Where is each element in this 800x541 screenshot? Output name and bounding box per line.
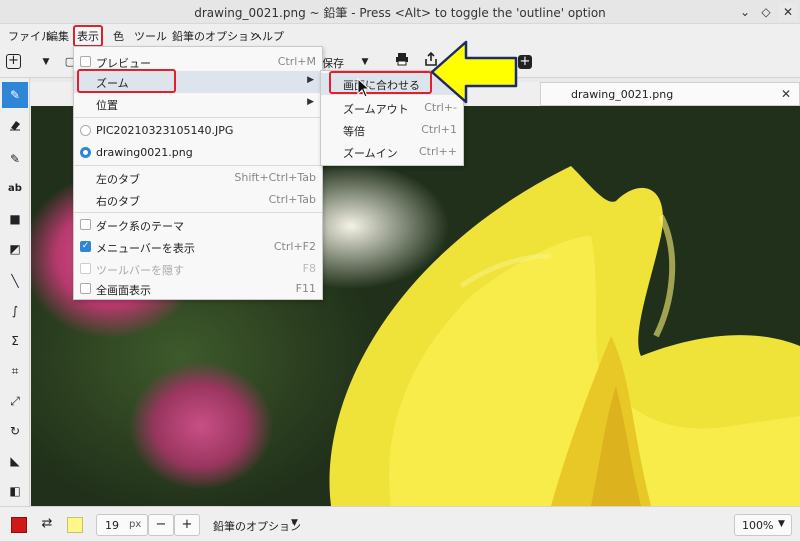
size-decrease-button[interactable]: − [148,514,174,536]
brush-size-field[interactable]: 19 px [96,514,148,536]
menu-item-fullscreen[interactable]: 全画面表示 F11 [74,278,322,300]
zoom-in-shortcut: Ctrl++ [418,145,457,158]
tool-options-dropdown[interactable]: 鉛筆のオプション ▼ [205,514,307,536]
zoom-out-label: ズームアウト [343,103,409,116]
menu-item-show-menubar[interactable]: ✓ メニューバーを表示 Ctrl+F2 [74,236,322,258]
swap-colors-icon[interactable]: ⇄ [37,514,57,534]
fullscreen-checkbox[interactable] [80,283,91,294]
right-tab-shortcut: Ctrl+Tab [268,193,316,206]
show-menubar-checkbox[interactable]: ✓ [80,241,91,252]
menu-tools[interactable]: ツール [131,27,170,45]
actual-size-shortcut: Ctrl+1 [421,123,457,136]
close-window-button[interactable]: ✕ [779,3,797,21]
line-tool-icon[interactable]: ╲ [2,268,28,294]
window-title: drawing_0021.png ~ 鉛筆 - Press <Alt> to t… [194,6,606,20]
hide-toolbar-shortcut: F8 [302,262,316,275]
title-bar: drawing_0021.png ~ 鉛筆 - Press <Alt> to t… [0,0,800,24]
menu-item-left-tab[interactable]: 左のタブ Shift+Ctrl+Tab [74,167,322,189]
position-label: 位置 [96,99,118,112]
skew-tool-icon[interactable]: ◣ [2,448,28,474]
pencil-tool-icon[interactable]: ✎ [2,82,28,108]
actual-size-label: 等倍 [343,125,365,138]
dark-theme-checkbox[interactable] [80,219,91,230]
new-dropdown-arrow-icon[interactable]: ▼ [36,52,56,72]
save-button-label[interactable]: 保存 [322,55,344,71]
show-menubar-shortcut: Ctrl+F2 [273,240,316,253]
print-icon[interactable] [392,52,412,72]
menu-view[interactable]: 表示 [73,25,103,47]
menu-item-image1[interactable]: PIC20210323105140.JPG [74,120,322,142]
filters-tool-icon[interactable]: ◧ [2,478,28,504]
text-tool-icon[interactable]: ab [2,176,28,202]
dark-theme-label: ダーク系のテーマ [96,220,184,233]
zoom-highlight-box [77,69,176,93]
zoom-level-value: 100% [742,519,774,532]
free-select-tool-icon[interactable]: Σ [2,328,28,354]
zoom-level-dropdown[interactable]: 100% ▼ [734,514,792,536]
curve-tool-icon[interactable]: ∫ [2,298,28,324]
rectangle-tool-icon[interactable]: ■ [2,206,28,232]
menu-item-hide-toolbar: ツールバーを隠す F8 [74,258,322,280]
menu-item-dark-theme[interactable]: ダーク系のテーマ [74,214,322,236]
image1-label: PIC20210323105140.JPG [96,124,234,137]
menu-item-right-tab[interactable]: 右のタブ Ctrl+Tab [74,189,322,211]
bottom-bar: ⇄ 19 px − + 鉛筆のオプション ▼ 100% ▼ [0,506,800,541]
image1-radio[interactable] [80,125,91,136]
fit-highlight-box [329,71,432,94]
hide-toolbar-label: ツールバーを隠す [96,264,184,277]
menu-separator [74,212,322,213]
fullscreen-label: 全画面表示 [96,284,151,297]
rotate-tool-icon[interactable]: ↻ [2,418,28,444]
menu-separator [74,165,322,166]
preview-shortcut: Ctrl+M [277,55,316,68]
minimize-button[interactable]: ⌄ [736,3,754,21]
menu-item-position[interactable]: 位置 ▶ [74,93,322,115]
submenu-arrow-icon: ▶ [307,97,314,107]
menu-bar: ファイル 編集 表示 色 ツール 鉛筆のオプション ヘルプ [0,24,800,47]
close-tab-icon[interactable]: ✕ [781,87,791,101]
save-dropdown-arrow-icon[interactable]: ▼ [355,52,375,72]
preview-checkbox[interactable] [80,56,91,67]
mouse-cursor-icon [357,78,371,98]
add-tab-button[interactable]: + [518,55,532,69]
menu-color[interactable]: 色 [110,27,127,45]
menu-item-image2[interactable]: drawing0021.png [74,142,322,164]
tab-label: drawing_0021.png [571,88,674,101]
eraser-tool-icon[interactable] [2,114,28,140]
primary-color-swatch[interactable] [11,517,27,533]
scale-tool-icon[interactable]: ⤢ [2,388,28,414]
left-tab-label: 左のタブ [96,173,140,186]
maximize-button[interactable]: ◇ [757,3,775,21]
yellow-arrow-icon [430,40,518,104]
hide-toolbar-checkbox [80,263,91,274]
size-increase-button[interactable]: + [174,514,200,536]
tab-drawing[interactable]: drawing_0021.png ✕ [540,82,800,106]
image2-label: drawing0021.png [96,146,193,159]
crop-tool-icon[interactable]: ⌗ [2,358,28,384]
menu-separator [74,117,322,118]
right-tab-label: 右のタブ [96,195,140,208]
tools-sidebar: ✎ ✎ ab ■ ◩ ╲ ∫ Σ ⌗ ⤢ ↻ ◣ ◧ [0,78,30,506]
secondary-color-swatch[interactable] [67,517,83,533]
chevron-down-icon: ▼ [291,518,298,528]
menu-item-zoom-in[interactable]: ズームイン Ctrl++ [321,141,463,163]
highlighter-tool-icon[interactable]: ✎ [2,146,28,172]
fullscreen-shortcut: F11 [295,282,316,295]
image2-radio[interactable] [80,147,91,158]
tool-options-label: 鉛筆のオプション [213,520,301,533]
submenu-arrow-icon: ▶ [307,75,314,85]
show-menubar-label: メニューバーを表示 [96,242,195,255]
menu-item-actual-size[interactable]: 等倍 Ctrl+1 [321,119,463,141]
left-tab-shortcut: Shift+Ctrl+Tab [234,171,316,184]
brush-size-unit: px [129,519,142,530]
zoom-chevron-down-icon: ▼ [778,519,785,529]
shape-tool-icon[interactable]: ◩ [2,236,28,262]
new-image-button[interactable]: + [6,54,21,69]
brush-size-value: 19 [105,519,119,532]
zoom-in-label: ズームイン [343,147,398,160]
menu-edit[interactable]: 編集 [44,27,72,45]
menu-help[interactable]: ヘルプ [248,27,287,45]
